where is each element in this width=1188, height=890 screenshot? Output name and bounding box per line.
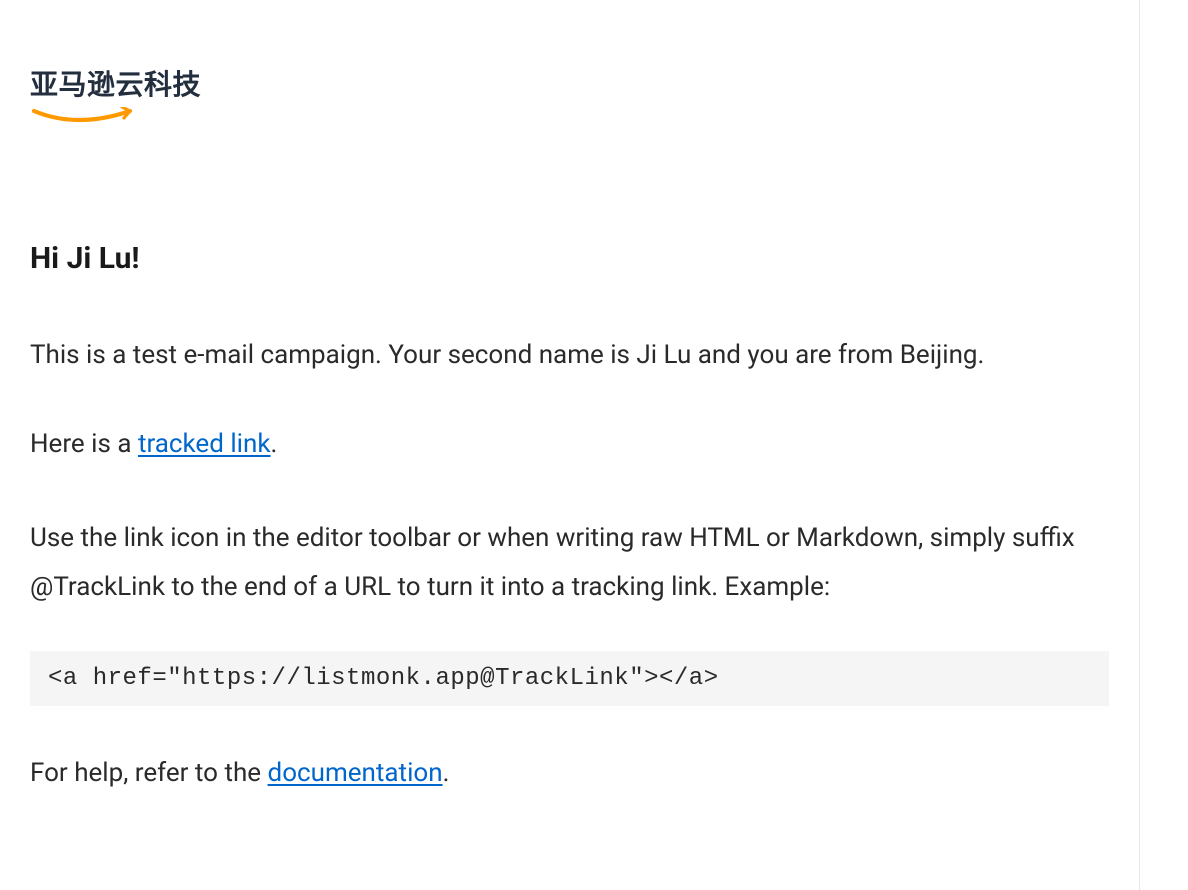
tracked-link-paragraph: Here is a tracked link. <box>30 425 1109 464</box>
tracked-link-prefix: Here is a <box>30 429 138 459</box>
tracked-link-suffix: . <box>271 429 278 459</box>
intro-paragraph: This is a test e-mail campaign. Your sec… <box>30 336 1109 375</box>
logo-text: 亚马逊云科技 <box>30 70 1109 101</box>
instructions-paragraph: Use the link icon in the editor toolbar … <box>30 514 1109 613</box>
help-suffix: . <box>443 758 450 788</box>
help-prefix: For help, refer to the <box>30 758 268 788</box>
email-body: 亚马逊云科技 Hi Ji Lu! This is a test e-mail c… <box>0 0 1140 890</box>
documentation-link[interactable]: documentation <box>268 758 443 788</box>
code-example: <a href="https://listmonk.app@TrackLink"… <box>30 651 1109 706</box>
logo-section: 亚马逊云科技 <box>30 70 1109 131</box>
help-paragraph: For help, refer to the documentation. <box>30 754 1109 793</box>
tracked-link[interactable]: tracked link <box>138 429 271 459</box>
greeting-heading: Hi Ji Lu! <box>30 241 1109 276</box>
amazon-swoosh-icon <box>32 107 1109 131</box>
